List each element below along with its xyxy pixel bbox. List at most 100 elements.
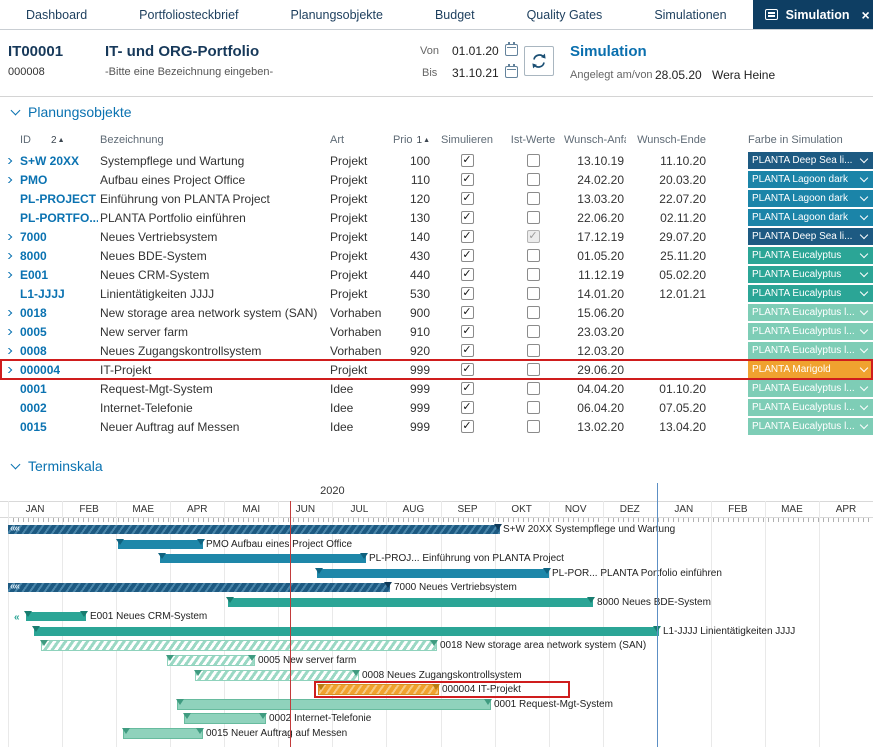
table-row[interactable]: E001Neues CRM-SystemProjekt440✓11.12.190… bbox=[0, 265, 873, 284]
gantt-bar[interactable] bbox=[118, 540, 203, 549]
col-header-wunsch-anfang[interactable]: Wunsch-Anfang bbox=[564, 134, 626, 146]
section-planungsobjekte[interactable]: Planungsobjekte bbox=[12, 104, 132, 120]
color-dropdown[interactable]: PLANTA Lagoon dark bbox=[748, 209, 873, 226]
gantt-bar[interactable] bbox=[42, 641, 436, 650]
expand-icon[interactable] bbox=[4, 158, 12, 164]
table-row[interactable]: PMOAufbau eines Project OfficeProjekt110… bbox=[0, 170, 873, 189]
ist-werte-checkbox[interactable] bbox=[527, 363, 540, 376]
simulieren-checkbox[interactable]: ✓ bbox=[461, 192, 474, 205]
color-dropdown[interactable]: PLANTA Lagoon dark bbox=[748, 190, 873, 207]
col-header-id[interactable]: ID 2▲ bbox=[16, 134, 98, 146]
simulieren-checkbox[interactable]: ✓ bbox=[461, 154, 474, 167]
table-row[interactable]: S+W 20XXSystempflege und WartungProjekt1… bbox=[0, 151, 873, 170]
ist-werte-checkbox[interactable] bbox=[527, 154, 540, 167]
simulieren-checkbox[interactable]: ✓ bbox=[461, 211, 474, 224]
gantt-bar[interactable]: «« bbox=[8, 525, 500, 534]
ist-werte-checkbox[interactable] bbox=[527, 268, 540, 281]
bis-date-field[interactable]: 31.10.21 bbox=[452, 66, 499, 80]
table-row[interactable]: 0008Neues ZugangskontrollsystemVorhaben9… bbox=[0, 341, 873, 360]
row-id[interactable]: 0018 bbox=[16, 306, 98, 320]
color-dropdown[interactable]: PLANTA Eucalyptus l... bbox=[748, 342, 873, 359]
simulieren-checkbox[interactable]: ✓ bbox=[461, 420, 474, 433]
simulieren-checkbox[interactable]: ✓ bbox=[461, 249, 474, 262]
ist-werte-checkbox[interactable] bbox=[527, 287, 540, 300]
expand-icon[interactable] bbox=[4, 177, 12, 183]
row-id[interactable]: 0015 bbox=[16, 420, 98, 434]
expand-icon[interactable] bbox=[4, 234, 12, 240]
expand-icon[interactable] bbox=[4, 329, 12, 335]
row-id[interactable]: 000004 bbox=[16, 363, 98, 377]
ist-werte-checkbox[interactable] bbox=[527, 306, 540, 319]
table-row[interactable]: 0002Internet-TelefonieIdee999✓06.04.2007… bbox=[0, 398, 873, 417]
ist-werte-checkbox[interactable] bbox=[527, 249, 540, 262]
row-id[interactable]: 0008 bbox=[16, 344, 98, 358]
gantt-bar[interactable]: «« bbox=[8, 583, 390, 592]
nav-tab-quality-gates[interactable]: Quality Gates bbox=[501, 0, 629, 29]
table-row[interactable]: 0005New server farmVorhaben910✓23.03.20P… bbox=[0, 322, 873, 341]
simulieren-checkbox[interactable]: ✓ bbox=[461, 287, 474, 300]
gantt-bar[interactable] bbox=[168, 656, 254, 665]
nav-tab-dashboard[interactable]: Dashboard bbox=[0, 0, 113, 29]
ist-werte-checkbox[interactable] bbox=[527, 401, 540, 414]
calendar-icon[interactable] bbox=[505, 44, 518, 56]
collapse-icon[interactable] bbox=[11, 105, 21, 115]
color-dropdown[interactable]: PLANTA Lagoon dark bbox=[748, 171, 873, 188]
ist-werte-checkbox[interactable] bbox=[527, 420, 540, 433]
col-header-simulieren[interactable]: Simulieren bbox=[432, 134, 502, 146]
col-header-art[interactable]: Art bbox=[330, 134, 388, 146]
gantt-bar[interactable] bbox=[319, 685, 438, 694]
gantt-bar[interactable] bbox=[185, 714, 265, 723]
simulieren-checkbox[interactable]: ✓ bbox=[461, 363, 474, 376]
gantt-bar[interactable] bbox=[124, 729, 202, 738]
color-dropdown[interactable]: PLANTA Deep Sea li... bbox=[748, 228, 873, 245]
ist-werte-checkbox[interactable] bbox=[527, 211, 540, 224]
row-id[interactable]: L1-JJJJ bbox=[16, 287, 98, 301]
color-dropdown[interactable]: PLANTA Eucalyptus l... bbox=[748, 380, 873, 397]
gantt-bar[interactable] bbox=[26, 612, 86, 621]
color-dropdown[interactable]: PLANTA Deep Sea li... bbox=[748, 152, 873, 169]
gantt-bar[interactable] bbox=[317, 569, 549, 578]
table-row[interactable]: PL-PROJECTEinführung von PLANTA ProjectP… bbox=[0, 189, 873, 208]
nav-tab-simulationen[interactable]: Simulationen bbox=[628, 0, 752, 29]
row-id[interactable]: PL-PORTFO... bbox=[16, 211, 98, 225]
ist-werte-checkbox[interactable] bbox=[527, 382, 540, 395]
col-header-wunsch-ende[interactable]: Wunsch-Ende bbox=[626, 134, 708, 146]
color-dropdown[interactable]: PLANTA Marigold bbox=[748, 361, 873, 378]
tab-simulation-active[interactable]: Simulation × bbox=[753, 0, 873, 29]
portfolio-subtitle[interactable]: -Bitte eine Bezeichnung eingeben- bbox=[105, 66, 273, 78]
expand-icon[interactable] bbox=[4, 253, 12, 259]
col-header-bezeichnung[interactable]: Bezeichnung bbox=[98, 134, 330, 146]
table-row[interactable]: L1-JJJJLinientätigkeiten JJJJProjekt530✓… bbox=[0, 284, 873, 303]
gantt-bar[interactable] bbox=[228, 598, 593, 607]
simulieren-checkbox[interactable]: ✓ bbox=[461, 344, 474, 357]
nav-tab-planungsobjekte[interactable]: Planungsobjekte bbox=[265, 0, 409, 29]
ist-werte-checkbox[interactable] bbox=[527, 192, 540, 205]
refresh-button[interactable] bbox=[524, 46, 554, 76]
row-id[interactable]: 0002 bbox=[16, 401, 98, 415]
row-id[interactable]: PL-PROJECT bbox=[16, 192, 98, 206]
collapse-icon[interactable] bbox=[11, 459, 21, 469]
expand-icon[interactable] bbox=[4, 272, 12, 278]
ist-werte-checkbox[interactable] bbox=[527, 173, 540, 186]
row-id[interactable]: S+W 20XX bbox=[16, 154, 98, 168]
gantt-bar[interactable] bbox=[196, 671, 358, 680]
gantt-bar[interactable] bbox=[34, 627, 659, 636]
ist-werte-checkbox[interactable] bbox=[527, 325, 540, 338]
col-header-ist-werte[interactable]: Ist-Werte bbox=[502, 134, 564, 146]
row-id[interactable]: 7000 bbox=[16, 230, 98, 244]
expand-icon[interactable] bbox=[4, 367, 12, 373]
simulieren-checkbox[interactable]: ✓ bbox=[461, 382, 474, 395]
expand-icon[interactable] bbox=[4, 310, 12, 316]
simulieren-checkbox[interactable]: ✓ bbox=[461, 268, 474, 281]
row-id[interactable]: 8000 bbox=[16, 249, 98, 263]
calendar-icon[interactable] bbox=[505, 66, 518, 78]
ist-werte-checkbox[interactable] bbox=[527, 344, 540, 357]
table-row[interactable]: 0015Neuer Auftrag auf MessenIdee999✓13.0… bbox=[0, 417, 873, 436]
color-dropdown[interactable]: PLANTA Eucalyptus bbox=[748, 247, 873, 264]
ist-werte-checkbox[interactable]: ✓ bbox=[527, 230, 540, 243]
gantt-bar[interactable] bbox=[160, 554, 366, 563]
row-id[interactable]: 0005 bbox=[16, 325, 98, 339]
simulieren-checkbox[interactable]: ✓ bbox=[461, 306, 474, 319]
table-row[interactable]: 7000Neues VertriebsystemProjekt140✓✓17.1… bbox=[0, 227, 873, 246]
von-date-field[interactable]: 01.01.20 bbox=[452, 44, 499, 58]
